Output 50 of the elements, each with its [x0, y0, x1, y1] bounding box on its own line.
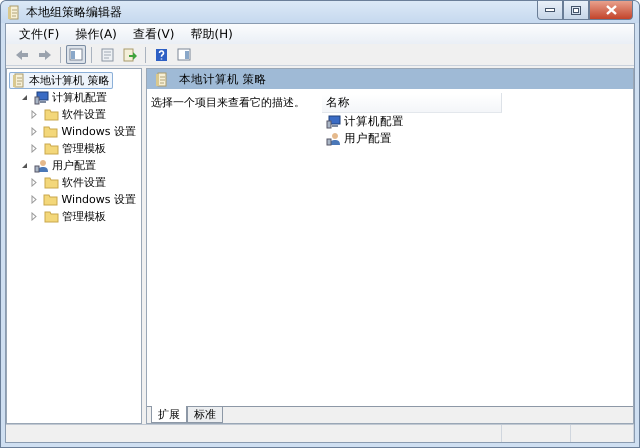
- window-title: 本地组策略编辑器: [26, 4, 123, 20]
- menu-item[interactable]: 操作(A): [68, 26, 124, 42]
- tree-item[interactable]: 管理模板: [41, 208, 109, 225]
- folder-icon: [44, 210, 59, 223]
- tree-item[interactable]: 本地计算机 策略: [9, 72, 112, 89]
- tree-item[interactable]: 软件设置: [41, 106, 109, 123]
- user-icon: [326, 132, 341, 146]
- pane-icon: [69, 48, 83, 61]
- export-icon: [123, 48, 137, 62]
- list-item[interactable]: 用户配置: [322, 130, 633, 147]
- document-icon: [12, 73, 26, 88]
- tree-item[interactable]: 软件设置: [41, 174, 109, 191]
- menu-item[interactable]: 查看(V): [126, 26, 182, 42]
- back-arrow-icon: [15, 48, 29, 60]
- maximize-button[interactable]: [563, 1, 589, 20]
- properties-icon: [100, 48, 114, 62]
- computer-icon: [326, 114, 341, 128]
- folder-icon: [44, 176, 59, 189]
- computer-icon: [34, 90, 49, 104]
- description-text: 选择一个项目来查看它的描述。: [151, 96, 305, 109]
- user-icon: [34, 158, 49, 172]
- list-item[interactable]: 计算机配置: [322, 113, 633, 130]
- menu-item[interactable]: 帮助(H): [183, 26, 240, 42]
- toolbar-button[interactable]: [66, 45, 86, 64]
- tree-item[interactable]: Windows 设置: [40, 191, 139, 208]
- tab[interactable]: 标准: [187, 407, 223, 423]
- tree-item[interactable]: Windows 设置: [40, 123, 139, 140]
- menu-item[interactable]: 文件(F): [12, 26, 66, 42]
- tree-item[interactable]: 计算机配置: [31, 89, 110, 106]
- expanded-arrow-icon[interactable]: [20, 162, 28, 169]
- minimize-button[interactable]: [537, 1, 563, 20]
- tree-item[interactable]: 用户配置: [31, 157, 99, 174]
- pane-icon: [177, 48, 191, 61]
- folder-icon: [43, 193, 58, 206]
- tab[interactable]: 扩展: [151, 406, 187, 423]
- folder-icon: [43, 125, 58, 138]
- forward-arrow-icon: [38, 48, 52, 60]
- document-icon: [155, 72, 169, 86]
- document-icon: [7, 4, 21, 20]
- close-button[interactable]: [589, 1, 633, 20]
- column-header[interactable]: 名称: [322, 93, 502, 113]
- pane-title: 本地计算机 策略: [179, 72, 267, 86]
- help-icon: [154, 48, 168, 62]
- maximize-icon: [571, 6, 581, 14]
- folder-icon: [44, 142, 59, 155]
- tree-item[interactable]: 管理模板: [41, 140, 109, 157]
- expanded-arrow-icon[interactable]: [20, 94, 28, 101]
- close-icon: [606, 5, 616, 15]
- minimize-icon: [545, 8, 555, 12]
- folder-icon: [44, 108, 59, 121]
